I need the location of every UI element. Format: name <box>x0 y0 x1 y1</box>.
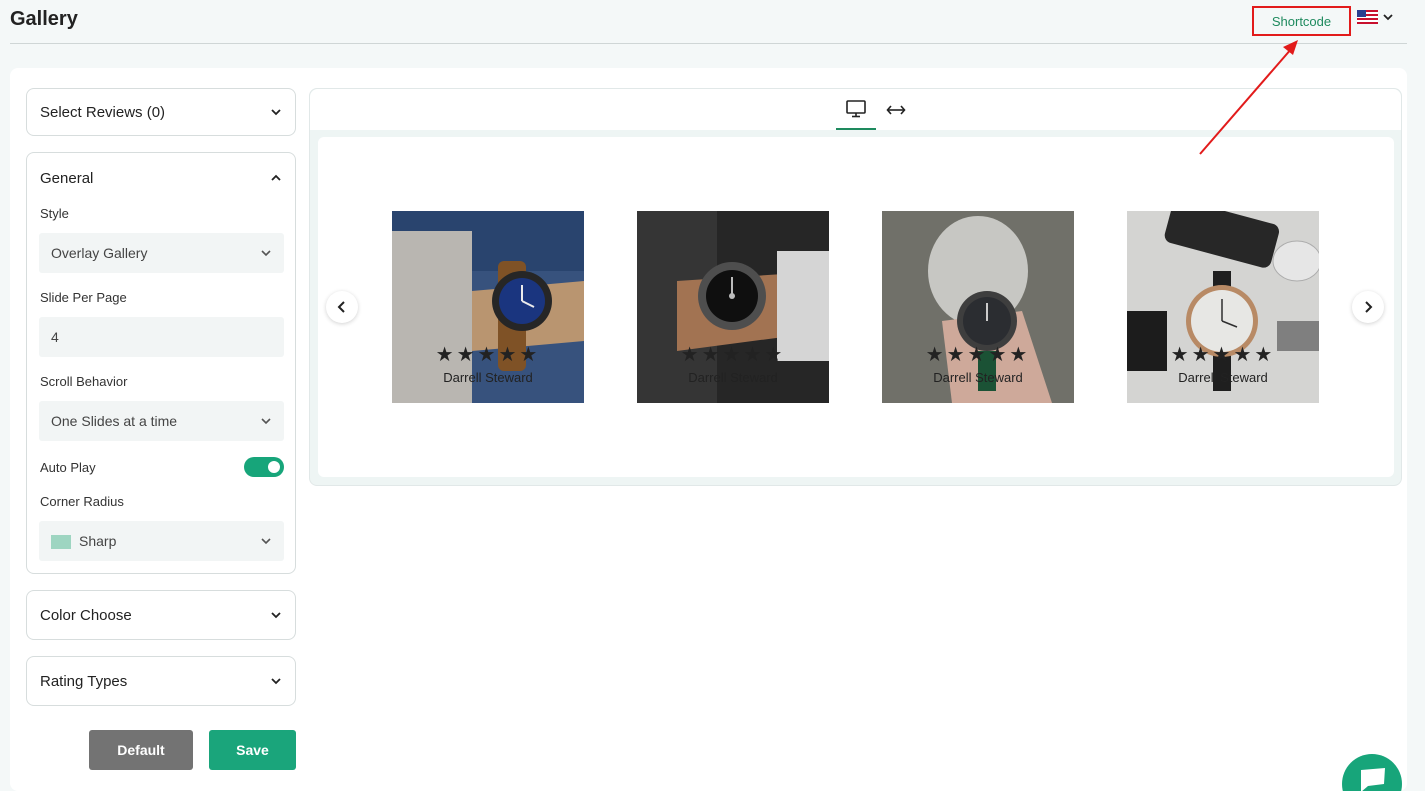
auto-play-toggle[interactable] <box>244 457 284 477</box>
us-flag-icon[interactable] <box>1357 10 1378 24</box>
star-rating: ★★★★★ <box>1170 344 1276 366</box>
tab-desktop[interactable] <box>836 89 876 130</box>
chevron-down-icon <box>261 250 271 257</box>
auto-play-label: Auto Play <box>40 460 96 475</box>
chat-icon <box>1361 768 1385 791</box>
color-choose-label: Color Choose <box>40 606 132 624</box>
desktop-icon <box>846 99 866 117</box>
corner-radius-swatch <box>51 535 71 550</box>
rating-types-header[interactable]: Rating Types <box>27 657 295 705</box>
style-value: Overlay Gallery <box>51 245 148 261</box>
save-button[interactable]: Save <box>209 730 296 770</box>
full-width-icon <box>886 104 906 115</box>
chevron-down-icon[interactable] <box>1382 11 1394 23</box>
select-reviews-panel[interactable]: Select Reviews (0) <box>26 88 296 136</box>
chevron-right-icon <box>1365 301 1373 313</box>
corner-radius-select[interactable]: Sharp <box>39 521 284 561</box>
shortcode-button[interactable]: Shortcode <box>1252 6 1351 36</box>
star-rating: ★★★★★ <box>435 344 541 366</box>
carousel-next-button[interactable] <box>1352 291 1384 323</box>
slide-per-page-label: Slide Per Page <box>40 290 127 305</box>
chevron-down-icon <box>261 418 271 425</box>
chevron-down-icon <box>271 109 281 116</box>
corner-radius-display: Sharp <box>51 532 117 550</box>
gallery-slide[interactable]: ★★★★★ Darrell Steward <box>882 211 1074 403</box>
star-rating: ★★★★★ <box>925 344 1031 366</box>
select-reviews-header[interactable]: Select Reviews (0) <box>27 89 295 135</box>
tab-full-width[interactable] <box>876 89 916 130</box>
chevron-down-icon <box>271 678 281 685</box>
reviewer-name: Darrell Steward <box>443 370 533 385</box>
reviewer-name: Darrell Steward <box>1178 370 1268 385</box>
chevron-down-icon <box>271 612 281 619</box>
slide-per-page-input[interactable]: 4 <box>39 317 284 357</box>
rating-types-label: Rating Types <box>40 672 128 690</box>
chevron-left-icon <box>337 301 345 313</box>
color-choose-header[interactable]: Color Choose <box>27 591 295 639</box>
reviewer-name: Darrell Steward <box>933 370 1023 385</box>
scroll-behavior-label: Scroll Behavior <box>40 374 128 389</box>
header-divider <box>10 43 1407 44</box>
corner-radius-value: Sharp <box>79 532 117 549</box>
color-choose-panel[interactable]: Color Choose <box>26 590 296 640</box>
general-label: General <box>40 169 94 187</box>
gallery-slide[interactable]: ★★★★★ Darrell Steward <box>1127 211 1319 403</box>
rating-types-panel[interactable]: Rating Types <box>26 656 296 706</box>
chevron-down-icon <box>261 538 271 545</box>
reviewer-name: Darrell Steward <box>688 370 778 385</box>
top-bar: Gallery Shortcode <box>0 0 1425 44</box>
select-reviews-label: Select Reviews (0) <box>40 103 166 121</box>
page-title: Gallery <box>10 8 78 30</box>
scroll-behavior-select[interactable]: One Slides at a time <box>39 401 284 441</box>
slide-per-page-value: 4 <box>51 329 59 345</box>
general-panel: General Style Overlay Gallery Slide Per … <box>26 152 296 574</box>
default-button[interactable]: Default <box>89 730 193 770</box>
toggle-knob <box>268 461 280 473</box>
scroll-behavior-value: One Slides at a time <box>51 413 178 429</box>
style-label: Style <box>40 206 69 221</box>
style-select[interactable]: Overlay Gallery <box>39 233 284 273</box>
general-header[interactable]: General <box>27 153 295 203</box>
star-rating: ★★★★★ <box>680 344 786 366</box>
corner-radius-label: Corner Radius <box>40 494 124 509</box>
carousel-prev-button[interactable] <box>326 291 358 323</box>
gallery-slide[interactable]: ★★★★★ Darrell Steward <box>392 211 584 403</box>
gallery-slide[interactable]: ★★★★★ Darrell Steward <box>637 211 829 403</box>
preview-toolbar <box>310 89 1401 130</box>
chevron-up-icon <box>271 174 281 181</box>
